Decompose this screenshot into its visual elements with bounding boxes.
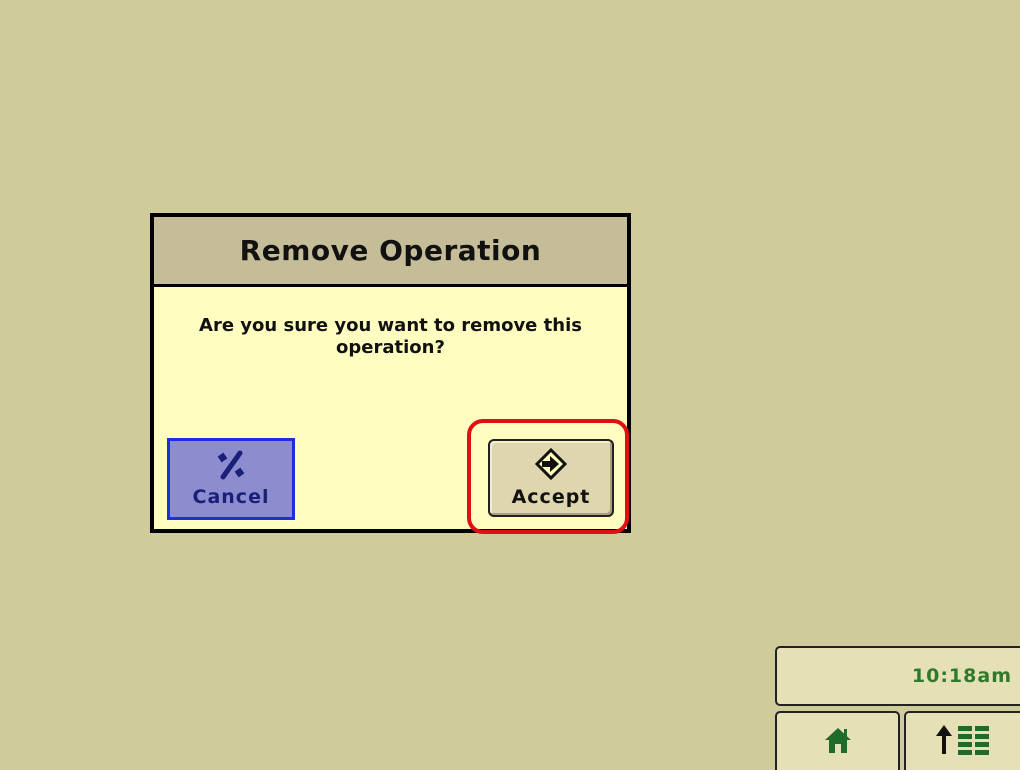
home-button[interactable] (775, 711, 900, 770)
clock-display: 10:18am (775, 646, 1020, 706)
dialog-header: Remove Operation (154, 217, 627, 287)
dialog-message: Are you sure you want to remove this ope… (199, 315, 582, 358)
accept-button-label: Accept (511, 486, 591, 508)
accept-button[interactable]: Accept (488, 439, 614, 517)
cancel-button-label: Cancel (192, 486, 270, 508)
cancel-button[interactable]: Cancel (167, 438, 295, 520)
display-screen: Remove Operation Are you sure you want t… (0, 0, 1020, 770)
accept-arrow-icon (534, 447, 568, 484)
dialog-title: Remove Operation (239, 234, 542, 267)
menu-up-arrow-icon (932, 722, 994, 762)
remove-operation-dialog: Remove Operation Are you sure you want t… (150, 213, 631, 533)
cancel-icon (216, 450, 246, 484)
menu-button[interactable] (904, 711, 1020, 770)
clock-time: 10:18am (911, 665, 1012, 687)
home-icon (823, 725, 853, 759)
